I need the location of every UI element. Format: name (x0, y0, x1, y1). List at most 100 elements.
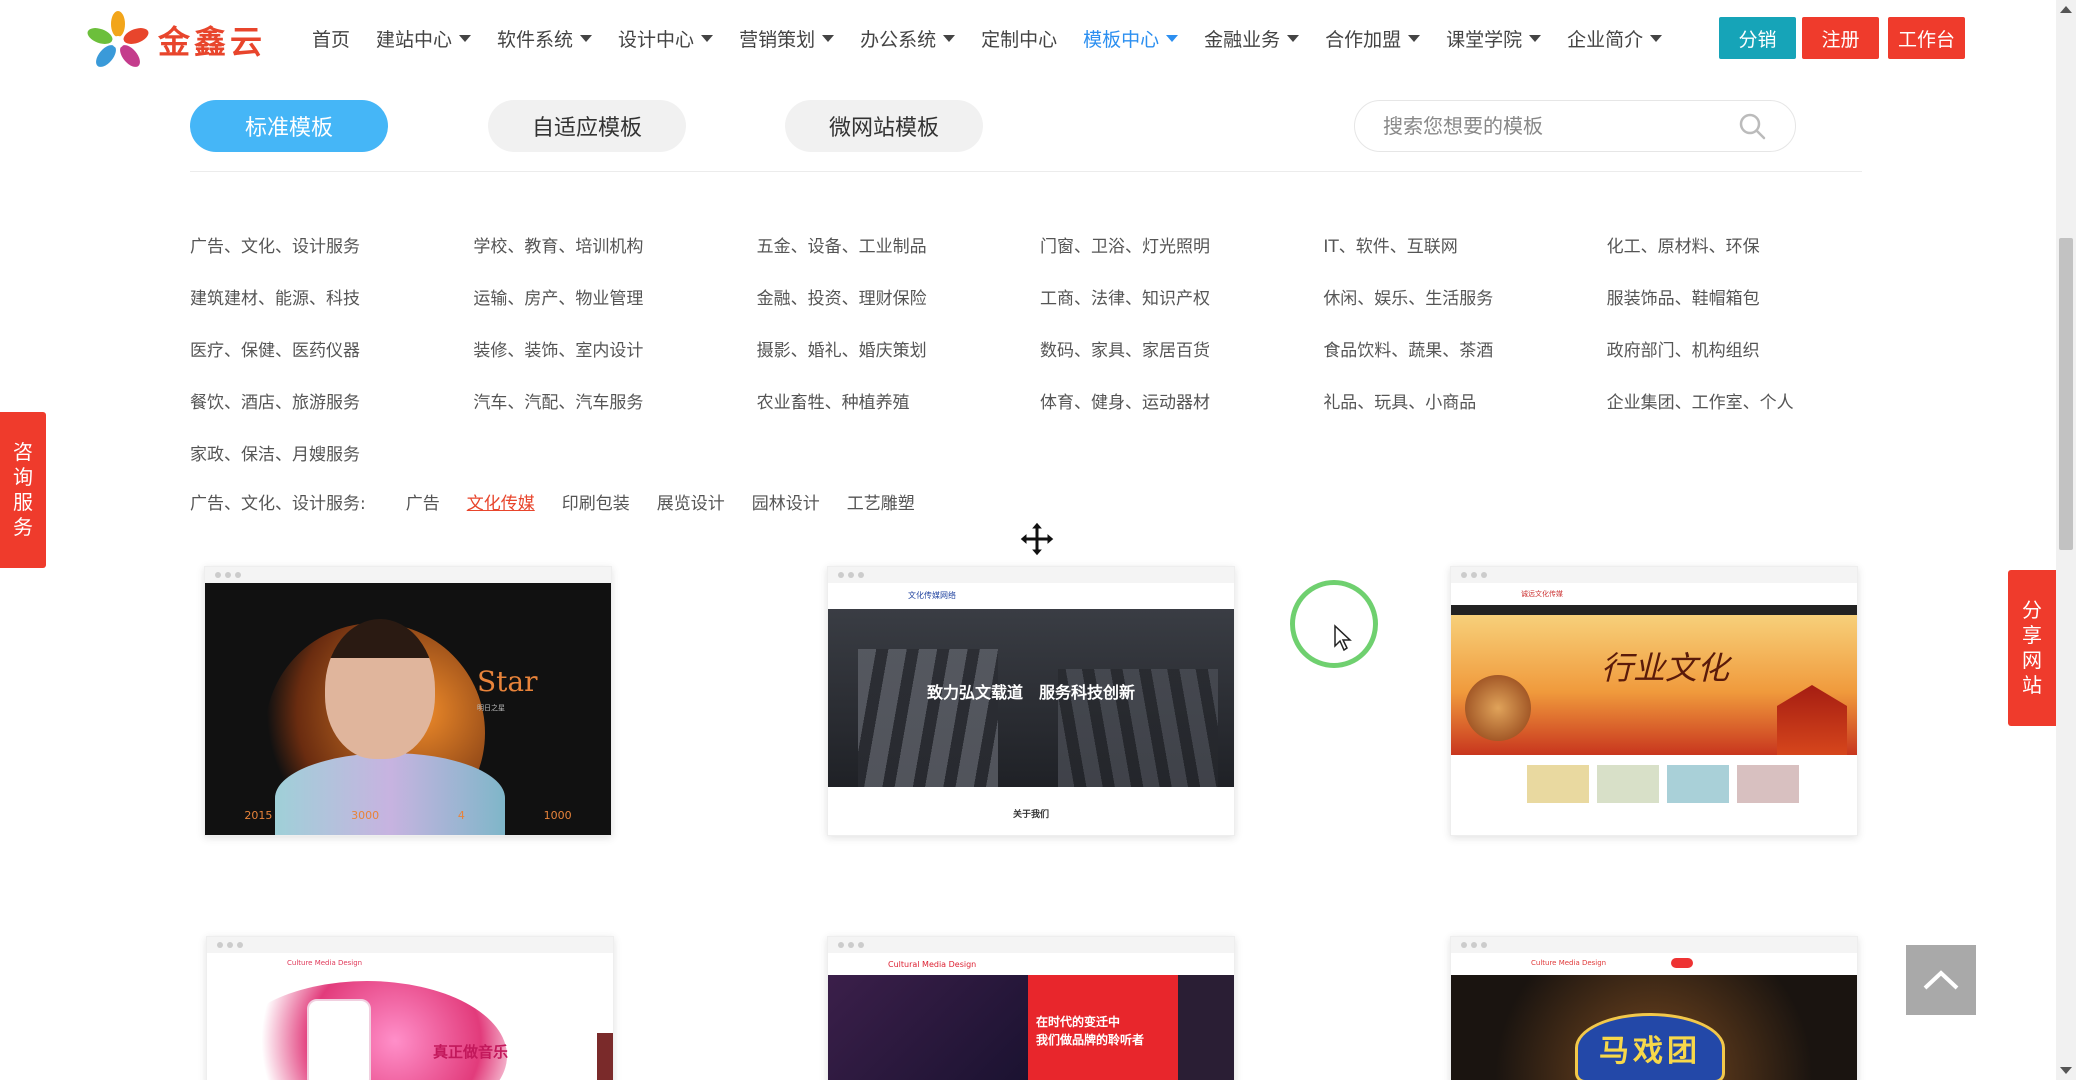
template-search (1354, 100, 1796, 152)
category-link[interactable]: 餐饮、酒店、旅游服务 (190, 388, 473, 413)
nav-label: 企业简介 (1567, 28, 1644, 51)
search-input[interactable] (1383, 114, 1737, 138)
caret-down-icon (822, 34, 835, 42)
nav-item-academy[interactable]: 课堂学院 (1446, 25, 1542, 52)
category-link[interactable]: 门窗、卫浴、灯光照明 (1040, 232, 1323, 257)
caret-down-icon (701, 34, 714, 42)
preview-title: 行业文化 (1601, 649, 1730, 687)
subcategory-link-active[interactable]: 文化传媒 (467, 489, 535, 514)
category-link[interactable]: 农业畜牲、种植养殖 (757, 388, 1040, 413)
template-preview: 诚远文化传媒 行业文化 (1451, 583, 1857, 835)
browser-bar (205, 567, 611, 583)
category-link[interactable]: 学校、教育、培训机构 (473, 232, 756, 257)
category-link[interactable]: 运输、房产、物业管理 (473, 284, 756, 309)
tab-char: 分 (2022, 598, 2042, 622)
category-link[interactable]: 食品饮料、蔬果、茶酒 (1323, 336, 1606, 361)
tab-char: 服 (13, 490, 33, 514)
page-scrollbar[interactable] (2056, 0, 2076, 1080)
browser-bar (828, 937, 1234, 953)
nav-label: 模板中心 (1083, 28, 1160, 51)
category-link[interactable]: 装修、装饰、室内设计 (473, 336, 756, 361)
category-link[interactable]: 服装饰品、鞋帽箱包 (1607, 284, 1890, 309)
category-grid: 广告、文化、设计服务 学校、教育、培训机构 五金、设备、工业制品 门窗、卫浴、灯… (190, 218, 1890, 478)
nav-item-office[interactable]: 办公系统 (860, 25, 956, 52)
nav-item-about[interactable]: 企业简介 (1567, 25, 1663, 52)
share-site-tab[interactable]: 分 享 网 站 (2008, 570, 2056, 726)
category-link[interactable]: 政府部门、机构组织 (1607, 336, 1890, 361)
preview-subtitle: 我们做品牌的聆听者 (1036, 1033, 1145, 1047)
tab-mobile-templates[interactable]: 微网站模板 (785, 100, 983, 152)
nav-label: 首页 (312, 28, 351, 51)
register-button[interactable]: 注册 (1802, 17, 1879, 59)
preview-brand: Culture Media Design (287, 959, 363, 967)
nav-item-custom[interactable]: 定制中心 (981, 25, 1057, 52)
category-row: 医疗、保健、医药仪器 装修、装饰、室内设计 摄影、婚礼、婚庆策划 数码、家具、家… (190, 322, 1890, 374)
category-link[interactable]: 数码、家具、家居百货 (1040, 336, 1323, 361)
back-to-top-button[interactable] (1906, 945, 1976, 1015)
preview-subtitle: 明日之星 (477, 704, 505, 712)
category-link[interactable]: 建筑建材、能源、科技 (190, 284, 473, 309)
category-link[interactable]: 摄影、婚礼、婚庆策划 (757, 336, 1040, 361)
caret-down-icon (1166, 34, 1179, 42)
subcategory-link[interactable]: 展览设计 (657, 489, 725, 514)
category-link[interactable]: 家政、保洁、月嫂服务 (190, 440, 479, 465)
template-card[interactable]: Cultural Media Design 在时代的变迁中 我们做品牌的聆听者 (827, 936, 1235, 1080)
category-link[interactable]: IT、软件、互联网 (1323, 232, 1606, 257)
category-link[interactable]: 化工、原材料、环保 (1607, 232, 1890, 257)
preview-brand: 文化传媒网络 (908, 591, 956, 600)
tab-char: 咨 (13, 440, 33, 464)
scroll-thumb[interactable] (2059, 238, 2073, 550)
category-link[interactable]: 礼品、玩具、小商品 (1323, 388, 1606, 413)
logo[interactable]: 金鑫云 (86, 10, 266, 70)
subcategory-link[interactable]: 园林设计 (752, 489, 820, 514)
subcategory-link[interactable]: 广告 (406, 489, 440, 514)
nav-item-marketing[interactable]: 营销策划 (739, 25, 835, 52)
nav-label: 软件系统 (497, 28, 574, 51)
workbench-button[interactable]: 工作台 (1888, 17, 1965, 59)
preview-title: 真正做音乐 (433, 1043, 509, 1061)
nav-item-home[interactable]: 首页 (312, 25, 350, 52)
caret-down-icon (580, 34, 593, 42)
main-nav: 首页 建站中心 软件系统 设计中心 营销策划 办公系统 定制中心 模板中心 金融… (312, 16, 1688, 60)
category-link[interactable]: 金融、投资、理财保险 (757, 284, 1040, 309)
nav-item-software[interactable]: 软件系统 (497, 25, 593, 52)
template-preview: Culture Media Design 马戏团 (1451, 953, 1857, 1080)
category-link[interactable]: 广告、文化、设计服务 (190, 232, 473, 257)
nav-item-templates[interactable]: 模板中心 (1083, 25, 1179, 52)
distribute-button[interactable]: 分销 (1719, 17, 1796, 59)
category-link[interactable]: 医疗、保健、医药仪器 (190, 336, 473, 361)
category-link[interactable]: 汽车、汽配、汽车服务 (473, 388, 756, 413)
tab-responsive-templates[interactable]: 自适应模板 (488, 100, 686, 152)
category-link[interactable]: 企业集团、工作室、个人 (1607, 388, 1890, 413)
search-icon[interactable] (1737, 111, 1767, 141)
template-card[interactable]: Star 明日之星 2015 3000 4 1000 (204, 566, 612, 836)
nav-label: 课堂学院 (1446, 28, 1523, 51)
preview-title: Star (477, 665, 538, 698)
template-card[interactable]: Culture Media Design 真正做音乐 (206, 936, 614, 1080)
category-link[interactable]: 工商、法律、知识产权 (1040, 284, 1323, 309)
category-link[interactable]: 体育、健身、运动器材 (1040, 388, 1323, 413)
nav-item-site-building[interactable]: 建站中心 (376, 25, 472, 52)
subcategory-label: 广告、文化、设计服务: (190, 493, 366, 514)
nav-item-finance[interactable]: 金融业务 (1204, 25, 1300, 52)
tab-standard-templates[interactable]: 标准模板 (190, 100, 388, 152)
consult-service-tab[interactable]: 咨 询 服 务 (0, 412, 46, 568)
category-link[interactable]: 五金、设备、工业制品 (757, 232, 1040, 257)
nav-item-partnership[interactable]: 合作加盟 (1325, 25, 1421, 52)
template-preview: 文化传媒网络 致力弘文载道 服务科技创新 关于我们 (828, 583, 1234, 835)
template-card[interactable]: Culture Media Design 马戏团 (1450, 936, 1858, 1080)
subcategory-link[interactable]: 印刷包装 (562, 489, 630, 514)
category-row: 家政、保洁、月嫂服务 (190, 426, 1890, 478)
scroll-down-arrow-icon[interactable] (2060, 1067, 2072, 1074)
category-link[interactable]: 休闲、娱乐、生活服务 (1323, 284, 1606, 309)
template-card[interactable]: 文化传媒网络 致力弘文载道 服务科技创新 关于我们 (827, 566, 1235, 836)
template-preview: Culture Media Design 真正做音乐 (207, 953, 613, 1080)
subcategory-link[interactable]: 工艺雕塑 (847, 489, 915, 514)
preview-stat: 3000 (351, 809, 380, 822)
scroll-up-arrow-icon[interactable] (2060, 6, 2072, 13)
nav-item-design[interactable]: 设计中心 (618, 25, 714, 52)
site-header: 金鑫云 首页 建站中心 软件系统 设计中心 营销策划 办公系统 定制中心 模板中… (0, 0, 2076, 76)
category-row: 广告、文化、设计服务 学校、教育、培训机构 五金、设备、工业制品 门窗、卫浴、灯… (190, 218, 1890, 270)
template-card[interactable]: 诚远文化传媒 行业文化 (1450, 566, 1858, 836)
nav-label: 建站中心 (376, 28, 453, 51)
